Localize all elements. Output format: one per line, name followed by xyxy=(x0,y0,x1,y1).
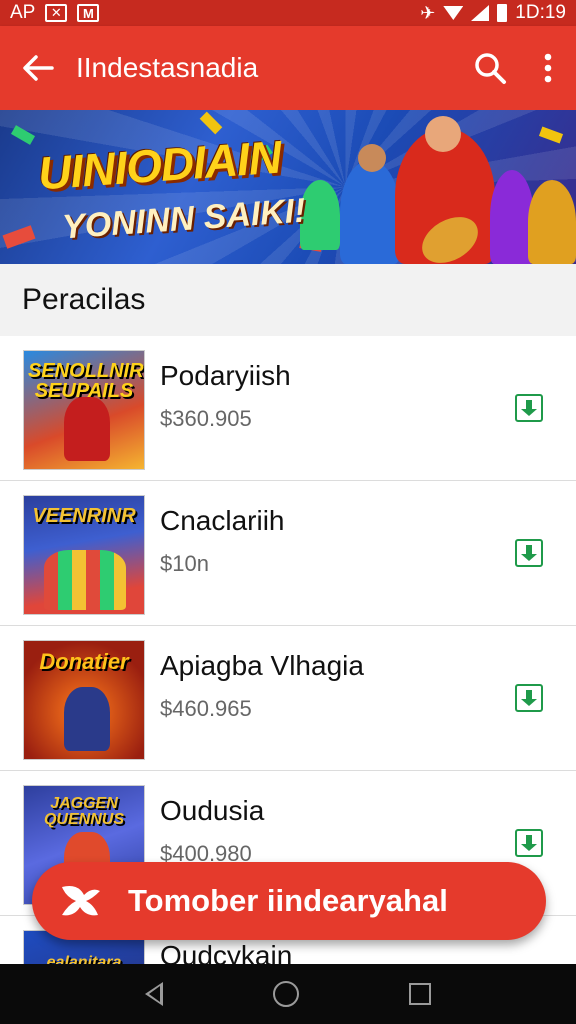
back-arrow-icon xyxy=(23,55,54,81)
list-item[interactable]: VEENRINR Cnaclariih $10n xyxy=(0,481,576,626)
more-vert-icon xyxy=(544,53,552,83)
wifi-icon xyxy=(443,6,464,20)
thumbnail-text: VEENRINR xyxy=(32,505,136,527)
carrier-text: AP xyxy=(10,2,36,23)
promo-banner[interactable]: UINIODIAIN YONINN SAIKI! xyxy=(0,110,576,264)
item-price: $460.965 xyxy=(160,696,252,721)
item-name: Apiagba Vlhagia xyxy=(160,650,364,681)
banner-character-head xyxy=(425,116,461,152)
system-nav-bar xyxy=(0,964,576,1024)
download-button[interactable] xyxy=(515,394,543,422)
item-thumbnail: Donatier xyxy=(23,640,145,760)
item-name: Oudusia xyxy=(160,795,265,826)
signal-icon xyxy=(471,5,490,21)
back-button[interactable] xyxy=(0,26,76,110)
item-thumbnail: SENOLLNIR SEUPAILS xyxy=(23,350,145,470)
item-price: $10n xyxy=(160,551,209,576)
banner-character-head xyxy=(358,144,386,172)
download-button[interactable] xyxy=(515,829,543,857)
search-button[interactable] xyxy=(460,26,520,110)
nav-home-icon[interactable] xyxy=(273,981,299,1007)
nav-back-icon[interactable] xyxy=(145,982,163,1006)
app-title: IIndestasnadia xyxy=(76,52,259,83)
thumbnail-text: SENOLLNIR SEUPAILS xyxy=(28,360,144,402)
app-bar: IIndestasnadia xyxy=(0,26,576,110)
more-options-button[interactable] xyxy=(520,26,576,110)
thumbnail-character xyxy=(64,397,110,461)
download-icon xyxy=(521,835,537,851)
m-box-icon: M xyxy=(77,4,100,22)
status-bar: AP ✕ M ✈ 1D:19 xyxy=(0,0,576,26)
primary-action-button[interactable]: Tomober iindearyahal xyxy=(32,862,546,940)
item-thumbnail: VEENRINR xyxy=(23,495,145,615)
nav-recents-icon[interactable] xyxy=(409,983,431,1005)
item-name: Podaryiish xyxy=(160,360,291,391)
download-icon xyxy=(521,690,537,706)
status-left: AP ✕ M xyxy=(10,2,100,24)
thumbnail-character xyxy=(64,687,110,751)
thumbnail-text: Donatier xyxy=(39,649,129,674)
list-item[interactable]: SENOLLNIR SEUPAILS Podaryiish $360.905 xyxy=(0,336,576,481)
status-time: 1D:19 xyxy=(515,2,566,23)
primary-action-label: Tomober iindearyahal xyxy=(128,883,448,918)
status-right: ✈ 1D:19 xyxy=(420,2,566,24)
download-button[interactable] xyxy=(515,684,543,712)
banner-character xyxy=(528,180,576,264)
thumbnail-text: JAGGEN QUENNUS xyxy=(43,795,124,828)
download-icon xyxy=(521,545,537,561)
item-name: Cnaclariih xyxy=(160,505,285,536)
thumbnail-character xyxy=(44,550,126,610)
download-icon xyxy=(521,400,537,416)
battery-icon xyxy=(497,4,508,22)
x-box-icon: ✕ xyxy=(45,4,68,22)
item-price: $360.905 xyxy=(160,406,252,431)
list-item[interactable]: Donatier Apiagba Vlhagia $460.965 xyxy=(0,626,576,771)
download-button[interactable] xyxy=(515,539,543,567)
mute-icon: ✈ xyxy=(420,2,436,23)
search-icon xyxy=(475,53,506,84)
section-header: Peracilas xyxy=(0,264,576,336)
banner-character xyxy=(340,160,400,264)
brand-swirl-icon xyxy=(32,862,128,940)
